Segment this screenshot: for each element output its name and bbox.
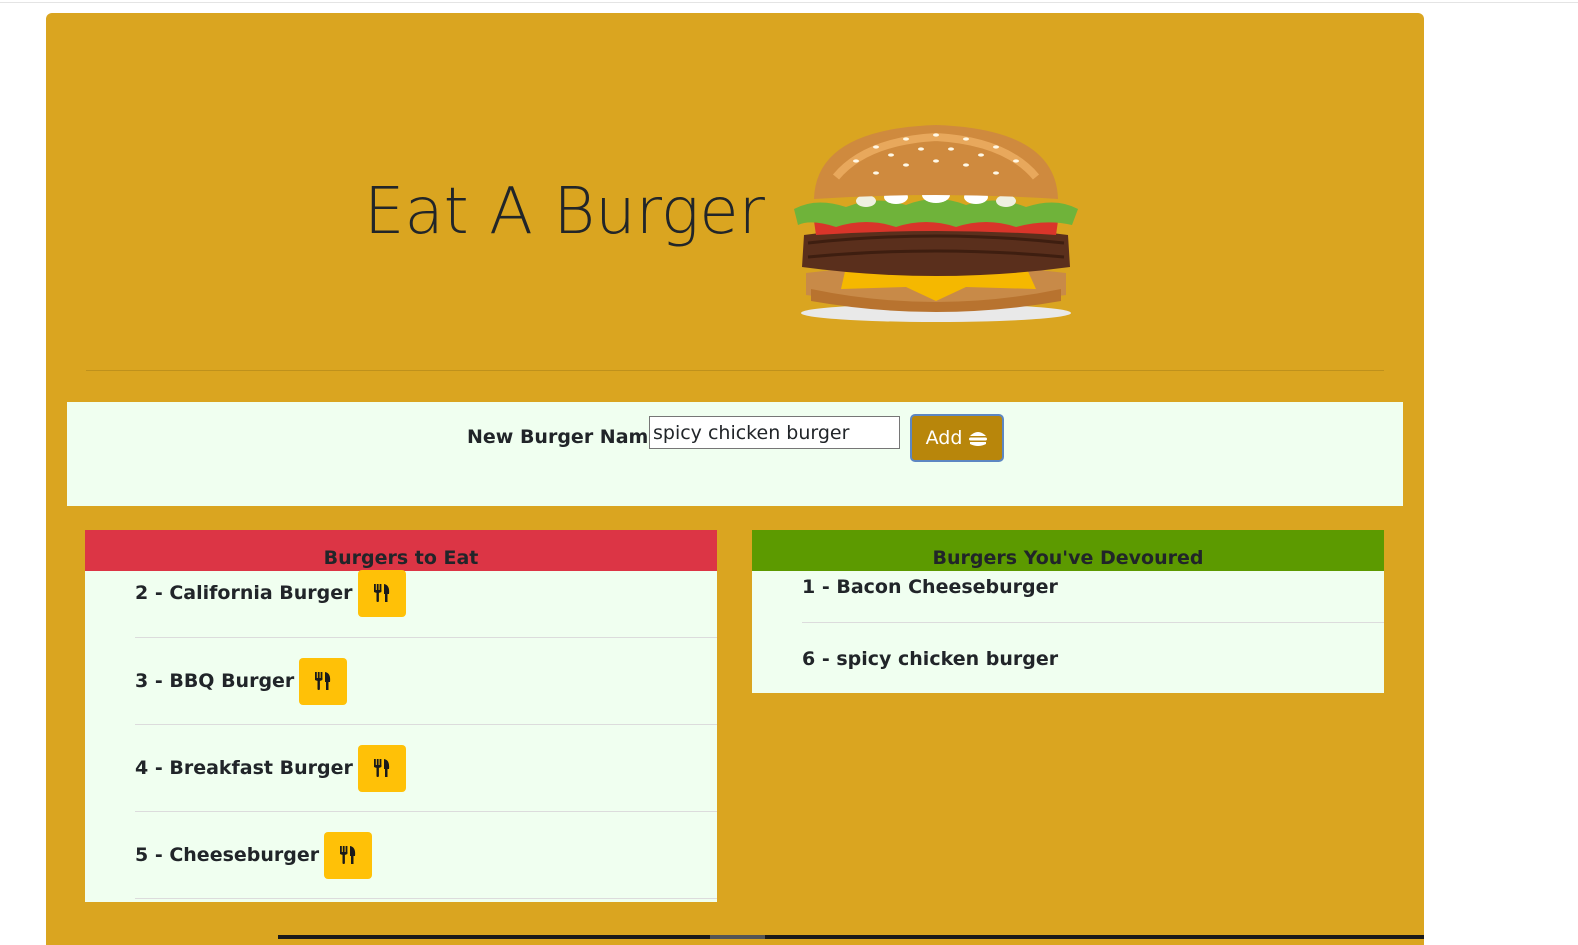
utensils-icon (315, 672, 331, 690)
burgers-to-eat-list: 2 - California Burger 3 - BBQ Burger 4 -… (85, 549, 717, 899)
burgers-devoured-panel: Burgers You've Devoured 1 - Bacon Cheese… (752, 530, 1384, 693)
devour-button[interactable] (299, 657, 348, 705)
devour-button[interactable] (357, 744, 406, 792)
burger-name: 4 - Breakfast Burger (135, 757, 353, 779)
browser-top-border (0, 2, 1578, 3)
devour-button[interactable] (324, 831, 373, 879)
burger-name: 6 - spicy chicken burger (802, 647, 1059, 670)
add-button[interactable]: Add (910, 414, 1004, 462)
burger-name: 1 - Bacon Cheeseburger (802, 575, 1058, 598)
burger-name: 2 - California Burger (135, 582, 353, 604)
burgers-devoured-list: 1 - Bacon Cheeseburger 6 - spicy chicken… (752, 551, 1384, 694)
new-burger-input[interactable] (649, 416, 900, 449)
devour-button[interactable] (357, 569, 406, 617)
list-item: 6 - spicy chicken burger (802, 623, 1384, 694)
list-item: 5 - Cheeseburger (135, 812, 717, 899)
burger-name: 5 - Cheeseburger (135, 844, 320, 866)
page-container: Eat A Burger New Burger Name: spicy chic… (46, 13, 1424, 945)
list-item: 1 - Bacon Cheeseburger (802, 551, 1384, 623)
list-item: 4 - Breakfast Burger (135, 725, 717, 812)
burger-name: 3 - BBQ Burger (135, 670, 295, 692)
list-item: 3 - BBQ Burger (135, 638, 717, 725)
scrollbar-thumb[interactable] (710, 935, 765, 939)
new-burger-form: New Burger Name: Add (67, 402, 1403, 506)
add-button-label: Add (925, 427, 963, 449)
burgers-to-eat-panel: Burgers to Eat 2 - California Burger 3 -… (85, 530, 717, 902)
horizontal-scrollbar[interactable] (278, 935, 1424, 939)
page-title: Eat A Burger (364, 175, 765, 249)
hamburger-icon (969, 432, 988, 446)
utensils-icon (373, 759, 390, 777)
utensils-icon (373, 584, 389, 602)
new-burger-label: New Burger Name: (467, 426, 669, 448)
list-item: 2 - California Burger (135, 549, 717, 638)
burger-image (794, 125, 1078, 322)
divider (86, 370, 1384, 371)
utensils-icon (340, 846, 356, 864)
